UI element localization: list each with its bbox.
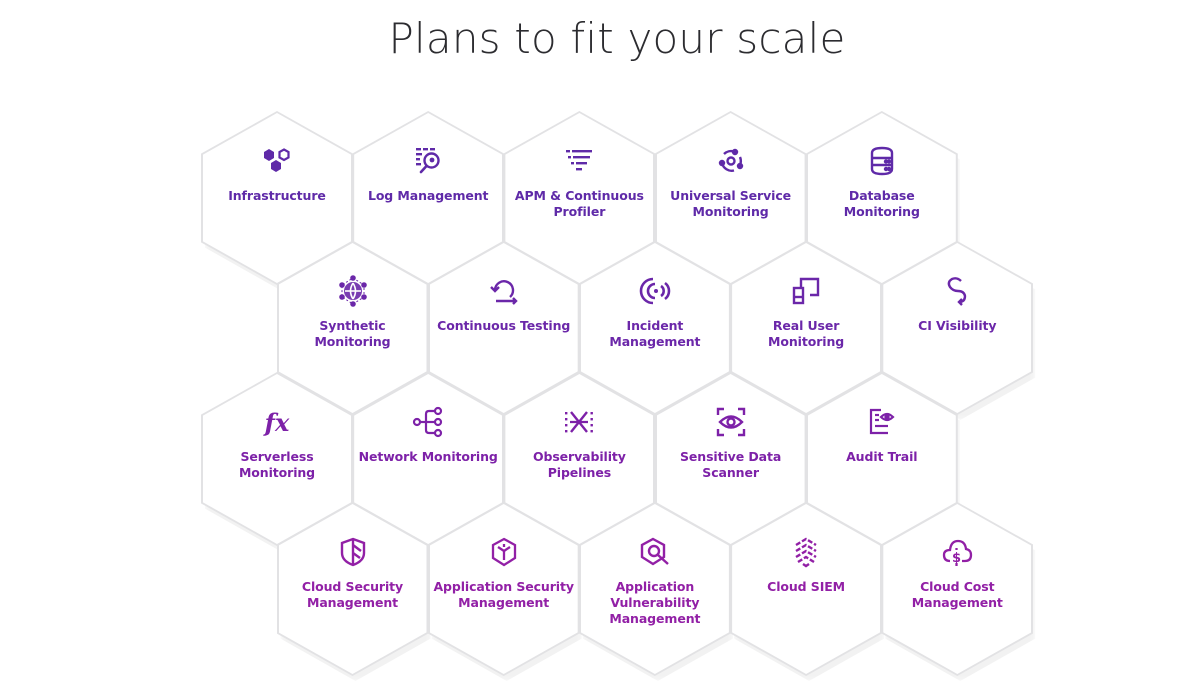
tile-content: CI Visibility <box>881 275 1033 334</box>
tile-content: Incident Management <box>579 275 731 350</box>
svg-text:fx: fx <box>263 408 290 437</box>
tile-content: Log Management <box>352 145 504 204</box>
product-label: APM & Continuous Profiler <box>514 188 644 219</box>
hex-shield-icon <box>488 536 520 568</box>
pipeline-s-icon <box>941 275 973 307</box>
tile-content: Application Security Management <box>428 536 580 611</box>
database-icon <box>866 145 898 177</box>
tile-content: $ Cloud Cost Management <box>881 536 1033 611</box>
product-label: Application Security Management <box>433 579 574 610</box>
tile-content: Sensitive Data Scanner <box>655 406 807 481</box>
tile-content: APM & Continuous Profiler <box>503 145 655 220</box>
product-label: Database Monitoring <box>843 188 920 219</box>
product-label: Real User Monitoring <box>768 318 845 349</box>
tile-content: Audit Trail <box>806 406 958 465</box>
product-label: Synthetic Monitoring <box>314 318 391 349</box>
product-hex-grid: Infrastructure Log Management APM & Contin… <box>0 0 1200 699</box>
product-tile-cloud-security-management[interactable]: Cloud Security Management <box>276 502 431 681</box>
product-label: Observability Pipelines <box>532 449 626 480</box>
pipelines-cross-icon <box>563 406 595 438</box>
product-label: Network Monitoring <box>358 449 498 464</box>
tile-content: Cloud Security Management <box>277 536 429 611</box>
product-tile-cloud-cost-management[interactable]: $ Cloud Cost Management <box>881 502 1036 681</box>
tile-content: Observability Pipelines <box>503 406 655 481</box>
product-label: Cloud Cost Management <box>911 579 1003 610</box>
loop-arrow-icon <box>488 275 520 307</box>
log-search-icon <box>412 145 444 177</box>
shield-icon <box>337 536 369 568</box>
product-label: Universal Service Monitoring <box>670 188 792 219</box>
tile-content: Continuous Testing <box>428 275 580 334</box>
globe-network-icon <box>337 275 369 307</box>
siem-chevrons-icon <box>790 536 822 568</box>
tile-content: Network Monitoring <box>352 406 504 465</box>
product-tile-application-vulnerability-management[interactable]: Application Vulnerability Management <box>578 502 733 681</box>
product-label: Infrastructure <box>228 188 326 203</box>
cloud-dollar-icon: $ <box>941 536 973 568</box>
product-tile-cloud-siem[interactable]: Cloud SIEM <box>730 502 885 681</box>
product-label: Cloud SIEM <box>767 579 846 594</box>
product-label: Log Management <box>367 188 489 203</box>
network-nodes-icon <box>412 406 444 438</box>
vuln-search-icon <box>639 536 671 568</box>
tile-content: Universal Service Monitoring <box>655 145 807 220</box>
tile-content: fx Serverless Monitoring <box>201 406 353 481</box>
tile-content: Real User Monitoring <box>730 275 882 350</box>
tile-content: Cloud SIEM <box>730 536 882 595</box>
tile-content: Database Monitoring <box>806 145 958 220</box>
devices-icon <box>790 275 822 307</box>
hexagons-icon <box>261 145 293 177</box>
product-label: Application Vulnerability Management <box>609 579 701 626</box>
product-tile-application-security-management[interactable]: Application Security Management <box>427 502 582 681</box>
product-label: Audit Trail <box>846 449 918 464</box>
function-fx-icon: fx <box>261 406 293 438</box>
product-label: Cloud Security Management <box>301 579 404 610</box>
product-label: CI Visibility <box>918 318 997 333</box>
signal-radio-icon <box>639 275 671 307</box>
tile-content: Application Vulnerability Management <box>579 536 731 627</box>
plans-page: Plans to fit your scale Infrastructure Lo… <box>0 0 1200 699</box>
product-label: Continuous Testing <box>437 318 571 333</box>
tile-content: Synthetic Monitoring <box>277 275 429 350</box>
apm-filter-icon <box>563 145 595 177</box>
product-label: Sensitive Data Scanner <box>680 449 782 480</box>
product-label: Serverless Monitoring <box>238 449 316 480</box>
tile-content: Infrastructure <box>201 145 353 204</box>
eye-scan-icon <box>715 406 747 438</box>
service-cycle-icon <box>715 145 747 177</box>
audit-document-icon <box>866 406 898 438</box>
product-label: Incident Management <box>609 318 701 349</box>
